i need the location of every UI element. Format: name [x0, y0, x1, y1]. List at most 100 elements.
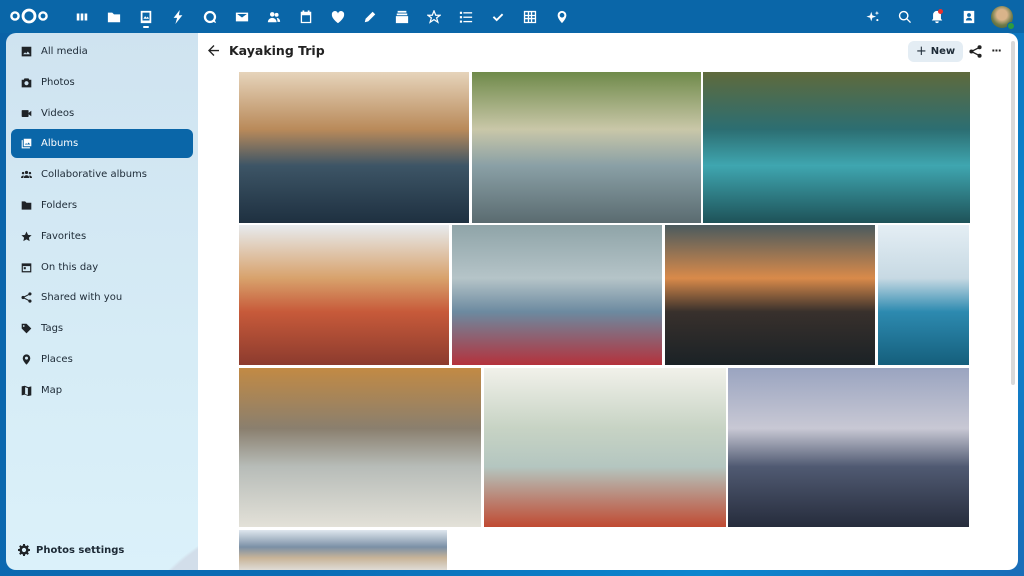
sidebar-item-tags[interactable]: Tags: [11, 314, 193, 343]
album-photo[interactable]: [665, 225, 875, 365]
sidebar-item-label: Videos: [41, 107, 75, 119]
app-tasks[interactable]: [450, 0, 482, 33]
talk-icon: [203, 10, 217, 23]
app-checkmark[interactable]: [482, 0, 514, 33]
back-button[interactable]: [205, 42, 221, 58]
album-photo[interactable]: [239, 225, 449, 365]
group-icon: [20, 169, 32, 181]
photos-icon: [140, 10, 152, 23]
album-photo[interactable]: [239, 72, 469, 223]
photos-settings-button[interactable]: Photos settings: [11, 536, 124, 564]
dots-horizontal-icon: ···: [991, 43, 1002, 57]
map-icon: [20, 384, 32, 396]
sidebar-item-albums[interactable]: Albums: [11, 129, 193, 159]
sidebar-item-map[interactable]: Map: [11, 376, 193, 405]
app-mail[interactable]: [226, 0, 258, 33]
folder-icon: [20, 199, 32, 211]
photos-settings-label: Photos settings: [36, 544, 125, 556]
arrow-left-icon: [207, 44, 219, 56]
search-icon: [898, 10, 912, 23]
contacts-icon: [267, 11, 281, 22]
app-calendar[interactable]: [290, 0, 322, 33]
dashboard-icon: [76, 13, 88, 20]
app-star[interactable]: [418, 0, 450, 33]
camera-icon: [20, 76, 32, 88]
table-icon: [523, 10, 537, 23]
app-dashboard[interactable]: [66, 0, 98, 33]
user-status-online: [1007, 21, 1015, 30]
sidebar-item-folders[interactable]: Folders: [11, 191, 193, 220]
page-title: Kayaking Trip: [229, 43, 325, 58]
new-button-label: New: [930, 46, 956, 57]
mail-icon: [235, 12, 249, 21]
sidebar-item-photos[interactable]: Photos: [11, 68, 193, 97]
user-avatar[interactable]: [991, 5, 1015, 30]
sidebar-item-videos[interactable]: Videos: [11, 99, 193, 128]
app-photos[interactable]: [130, 0, 162, 33]
app-contacts[interactable]: [258, 0, 290, 33]
new-button[interactable]: + New: [908, 41, 963, 62]
search-button[interactable]: [889, 0, 921, 33]
scrollbar[interactable]: [1011, 41, 1015, 385]
app-talk[interactable]: [194, 0, 226, 33]
album-photo[interactable]: [239, 530, 447, 570]
nextcloud-logo[interactable]: [9, 7, 49, 25]
sidebar-item-label: Photos: [41, 76, 75, 88]
album-photo[interactable]: [472, 72, 701, 223]
sidebar-item-shared-with-you[interactable]: Shared with you: [11, 283, 193, 312]
list-icon: [459, 11, 473, 23]
album-header: Kayaking Trip + New ···: [198, 33, 1018, 70]
sidebar-item-collaborative-albums[interactable]: Collaborative albums: [11, 160, 193, 189]
calendar-icon: [20, 261, 32, 273]
assistant-button[interactable]: [857, 0, 889, 33]
share-icon: [20, 292, 32, 304]
album-photo[interactable]: [878, 225, 969, 365]
sidebar-item-on-this-day[interactable]: On this day: [11, 253, 193, 282]
notifications-button[interactable]: [921, 0, 953, 33]
video-icon: [20, 107, 32, 119]
star-icon: [20, 230, 32, 242]
contacts-menu-icon: [963, 10, 975, 23]
app-tables[interactable]: [514, 0, 546, 33]
sidebar-item-label: Places: [41, 353, 73, 365]
star-outline-icon: [427, 9, 441, 24]
app-activity[interactable]: [162, 0, 194, 33]
sidebar-item-label: Tags: [41, 323, 64, 335]
sidebar-item-label: Folders: [41, 199, 78, 211]
app-favorites[interactable]: [322, 0, 354, 33]
sidebar-nav: All media Photos Videos Albums Collabora…: [6, 33, 198, 405]
pencil-icon: [364, 11, 376, 22]
sidebar-item-label: On this day: [41, 261, 99, 273]
sidebar-item-all-media[interactable]: All media: [11, 37, 193, 66]
sidebar-item-label: Map: [41, 384, 63, 396]
album-photo[interactable]: [728, 368, 969, 527]
sidebar-item-favorites[interactable]: Favorites: [11, 222, 193, 251]
app-notes[interactable]: [354, 0, 386, 33]
share-icon: [968, 44, 982, 58]
map-pin-icon: [557, 10, 567, 23]
map-pin-icon: [20, 353, 32, 365]
contacts-menu-button[interactable]: [953, 0, 985, 33]
lightning-icon: [173, 9, 183, 24]
app-menu: [66, 0, 578, 33]
share-album-button[interactable]: [967, 43, 983, 59]
album-photo[interactable]: [452, 225, 662, 365]
app-files[interactable]: [98, 0, 130, 33]
album-photo[interactable]: [484, 368, 726, 527]
calendar-icon: [300, 9, 312, 23]
top-bar: [0, 0, 1024, 33]
sidebar-item-places[interactable]: Places: [11, 345, 193, 374]
deck-icon: [395, 10, 409, 23]
sidebar-item-label: Shared with you: [41, 292, 123, 304]
heart-icon: [331, 10, 345, 23]
more-actions-button[interactable]: ···: [988, 42, 1004, 58]
album-photo[interactable]: [239, 368, 481, 527]
checkmark-icon: [492, 13, 504, 21]
header-right: [857, 0, 1024, 33]
gear-icon: [18, 544, 30, 556]
app-deck[interactable]: [386, 0, 418, 33]
tag-icon: [20, 323, 32, 335]
album-photo[interactable]: [703, 72, 970, 223]
image-icon: [20, 46, 32, 58]
app-maps[interactable]: [546, 0, 578, 33]
